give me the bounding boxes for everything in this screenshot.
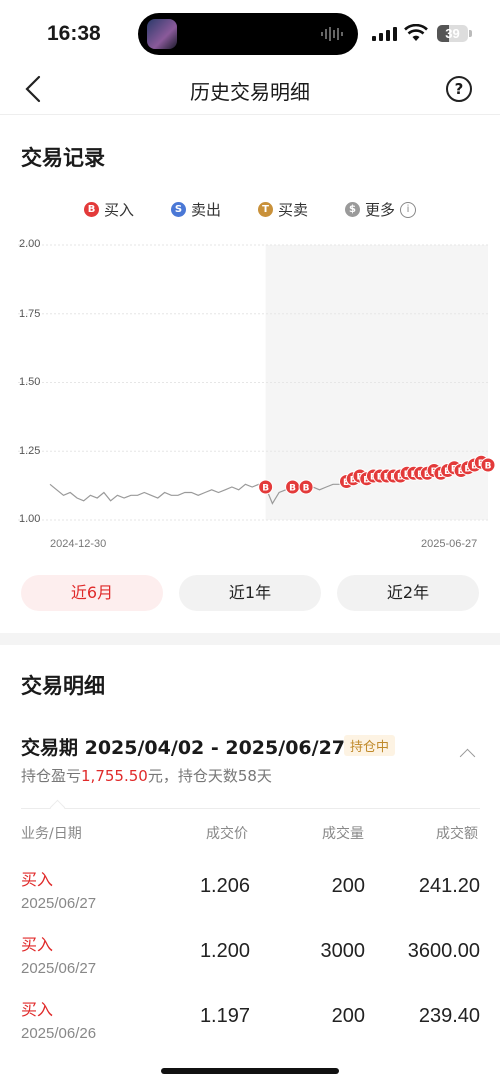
collapse-chevron-icon[interactable] (459, 748, 476, 765)
header-price: 成交价 (206, 826, 248, 842)
battery-indicator: 39 (437, 25, 468, 42)
legend-buy[interactable]: B 买入 (84, 199, 134, 220)
y-tick-label: 1.00 (19, 513, 41, 525)
caret-pointer (49, 799, 66, 816)
more-marker-icon: $ (345, 202, 360, 217)
price-chart[interactable]: BBBBBBBBBBBBBBBBBBBBBBBBB (0, 230, 500, 560)
row-qty: 200 (331, 1005, 365, 1027)
y-tick-label: 1.75 (19, 308, 41, 320)
row-type: 买入 (21, 935, 54, 954)
info-icon[interactable]: i (400, 201, 417, 218)
x-start-label: 2024-12-30 (50, 538, 107, 550)
legend-more[interactable]: $ 更多 i (345, 199, 417, 220)
buy-marker-label: B (485, 462, 492, 472)
row-amount: 241.20 (418, 875, 480, 897)
row-price: 1.206 (199, 875, 250, 897)
price-chart-svg: BBBBBBBBBBBBBBBBBBBBBBBBB (18, 244, 496, 521)
row-type: 买入 (21, 1000, 54, 1019)
position-summary: 持仓盈亏1,755.50元，持仓天数58天 (21, 765, 272, 786)
pl-value: 1,755.50 (81, 767, 148, 785)
legend-trade[interactable]: T 买卖 (258, 199, 308, 220)
range-1y-button[interactable]: 近1年 (179, 575, 321, 611)
row-date: 2025/06/27 (21, 960, 97, 977)
wifi-icon (404, 24, 428, 41)
audio-wave-icon (321, 27, 343, 41)
pl-suffix: 元，持仓天数58天 (147, 767, 272, 785)
legend-buy-label: 买入 (104, 201, 135, 219)
range-2y-button[interactable]: 近2年 (337, 575, 479, 611)
legend-sell[interactable]: S 卖出 (171, 199, 221, 220)
buy-marker-label: B (262, 484, 269, 494)
help-icon[interactable]: ? (446, 76, 472, 102)
nav-divider (0, 114, 500, 115)
row-price: 1.197 (199, 1005, 250, 1027)
status-time: 16:38 (47, 22, 101, 45)
status-bar: 16:38 39 (0, 0, 500, 66)
legend-sell-label: 卖出 (191, 201, 222, 219)
row-date: 2025/06/26 (21, 1025, 97, 1042)
trade-detail-title: 交易明细 (21, 674, 105, 698)
row-price: 1.200 (199, 940, 250, 962)
header-qty: 成交量 (322, 826, 364, 842)
trade-period: 交易期 2025/04/02 - 2025/06/27 (21, 737, 346, 759)
row-amount: 3600.00 (407, 940, 480, 962)
trade-marker-icon: T (258, 202, 273, 217)
battery-level: 39 (445, 26, 460, 41)
legend-trade-label: 买卖 (278, 201, 309, 219)
row-amount: 239.40 (418, 1005, 480, 1027)
row-date: 2025/06/27 (21, 895, 97, 912)
buy-marker-label: B (289, 484, 296, 494)
header-type-date: 业务/日期 (21, 826, 82, 842)
pl-prefix: 持仓盈亏 (21, 767, 82, 785)
header-amount: 成交额 (436, 826, 478, 842)
table-divider (21, 808, 480, 809)
home-indicator[interactable] (161, 1068, 339, 1074)
y-tick-label: 2.00 (19, 238, 41, 250)
row-qty: 200 (331, 875, 365, 897)
buy-marker-label: B (303, 484, 310, 494)
y-tick-label: 1.50 (19, 376, 41, 388)
section-gap (0, 633, 500, 645)
cellular-signal-icon (372, 27, 397, 41)
dynamic-island[interactable] (138, 13, 358, 55)
trade-record-title: 交易记录 (21, 146, 105, 170)
row-qty: 3000 (320, 940, 366, 962)
holding-badge: 持仓中 (344, 735, 396, 756)
buy-marker-icon: B (84, 202, 99, 217)
range-6m-button[interactable]: 近6月 (21, 575, 163, 611)
row-type: 买入 (21, 870, 54, 889)
now-playing-artwork (147, 19, 177, 49)
sell-marker-icon: S (171, 202, 186, 217)
battery-tip (469, 30, 472, 37)
page-title: 历史交易明细 (190, 80, 310, 104)
legend-more-label: 更多 (365, 201, 396, 219)
x-end-label: 2025-06-27 (421, 538, 478, 550)
y-tick-label: 1.25 (19, 445, 41, 457)
